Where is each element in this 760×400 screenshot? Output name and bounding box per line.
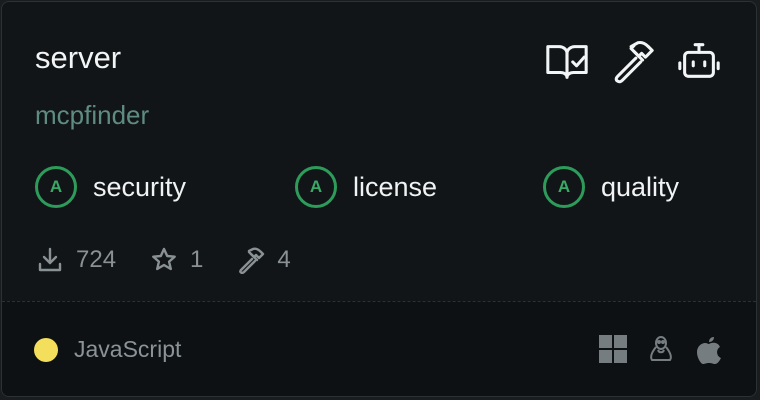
stats-row: 724 1 4	[36, 246, 325, 274]
score-license[interactable]: A license	[295, 166, 437, 208]
docs-check-icon[interactable]	[544, 38, 590, 84]
header-icons	[544, 38, 722, 84]
language-color-dot	[34, 337, 58, 362]
stars-count: 1	[190, 246, 204, 273]
language-indicator: JavaScript	[34, 336, 181, 363]
quality-grade-badge: A	[543, 166, 585, 208]
star-icon	[150, 246, 178, 274]
card-footer: JavaScript	[2, 301, 756, 396]
server-card[interactable]: server mcpfinder A security A license A …	[1, 1, 757, 397]
windows-icon	[598, 334, 628, 364]
security-label: security	[93, 171, 187, 202]
stars-stat: 1	[150, 246, 203, 274]
hammer-icon[interactable]	[610, 38, 656, 84]
tools-count: 4	[277, 246, 291, 273]
apple-icon	[694, 334, 724, 364]
license-label: license	[353, 171, 438, 202]
score-quality[interactable]: A quality	[543, 166, 679, 208]
server-title[interactable]: server	[35, 40, 121, 76]
hammer-icon	[237, 246, 265, 274]
linux-icon	[646, 334, 676, 364]
tools-stat: 4	[237, 246, 291, 274]
license-grade-badge: A	[295, 166, 337, 208]
platform-icons	[598, 334, 724, 364]
security-grade-badge: A	[35, 166, 77, 208]
downloads-count: 724	[76, 246, 117, 273]
download-icon	[36, 246, 64, 274]
language-name: JavaScript	[74, 336, 182, 362]
bot-icon[interactable]	[676, 38, 722, 84]
score-security[interactable]: A security	[35, 166, 186, 208]
author-link[interactable]: mcpfinder	[35, 100, 149, 131]
downloads-stat: 724	[36, 246, 116, 274]
quality-label: quality	[601, 171, 680, 202]
